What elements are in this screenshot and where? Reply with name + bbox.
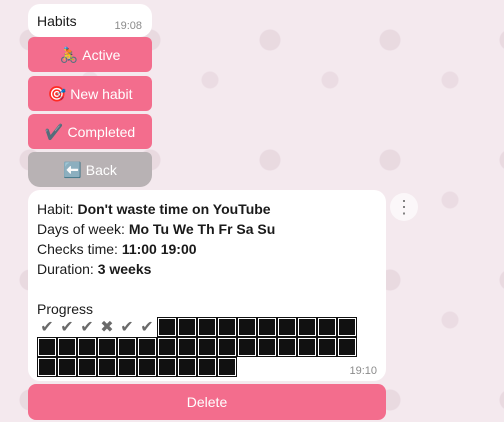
check-mark-icon: ✔ [80,319,94,336]
empty-square-icon [277,337,297,357]
progress-label: Progress [37,301,94,317]
days-label: Days of week: [37,221,129,237]
progress-row: ✔ ✔ ✔ ✖ ✔ ✔ [37,317,357,337]
habit-details: Habit: Don't waste time on YouTube Days … [37,199,275,319]
empty-square-icon [197,357,217,377]
check-mark-icon: ✔ [140,319,154,336]
empty-square-icon [217,357,237,377]
empty-square-icon [257,317,277,337]
habit-name: Don't waste time on YouTube [77,201,271,217]
empty-square-icon [317,317,337,337]
more-options-icon[interactable]: ⋮ [390,193,418,221]
habit-label: Habit: [37,201,78,217]
active-button[interactable]: 🚴 Active [28,37,152,72]
checks-line: Checks time: 11:00 19:00 [37,239,275,259]
duration-line: Duration: 3 weeks [37,259,275,279]
empty-square-icon [117,337,137,357]
empty-square-icon [237,317,257,337]
checks-label: Checks time: [37,241,122,257]
empty-square-icon [337,317,357,337]
back-arrow-icon: ⬅️ [63,161,82,179]
empty-square-icon [57,357,77,377]
empty-square-icon [37,337,57,357]
habit-line: Habit: Don't waste time on YouTube [37,199,275,219]
empty-square-icon [237,337,257,357]
back-button-label: Back [85,161,117,178]
new-habit-button[interactable]: 🎯 New habit [28,76,152,111]
check-icon: ✔️ [44,123,64,141]
empty-square-icon [57,337,77,357]
empty-square-icon [177,357,197,377]
check-mark-icon: ✔ [60,319,74,336]
new-habit-button-label: New habit [70,85,133,102]
empty-square-icon [177,317,197,337]
empty-square-icon [197,337,217,357]
completed-button-label: Completed [67,123,136,140]
empty-square-icon [157,317,177,337]
empty-square-icon [217,337,237,357]
empty-square-icon [117,357,137,377]
active-button-label: Active [82,46,121,63]
back-button[interactable]: ⬅️ Back [28,152,152,187]
bicycle-icon: 🚴 [59,46,79,64]
progress-row [37,357,357,377]
days-value: Mo Tu We Th Fr Sa Su [128,221,276,237]
empty-square-icon [277,317,297,337]
duration-label: Duration: [37,261,98,277]
completed-button[interactable]: ✔️ Completed [28,114,152,149]
delete-button-label: Delete [186,394,228,410]
progress-grid: ✔ ✔ ✔ ✖ ✔ ✔ [37,317,357,377]
empty-square-icon [317,337,337,357]
message-time: 19:08 [114,20,142,32]
checks-value: 11:00 19:00 [121,241,197,257]
empty-square-icon [157,337,177,357]
empty-square-icon [157,357,177,377]
empty-square-icon [97,357,117,377]
progress-row [37,337,357,357]
empty-square-icon [197,317,217,337]
cross-mark-icon: ✖ [100,319,114,336]
empty-square-icon [37,357,57,377]
empty-square-icon [77,357,97,377]
delete-button[interactable]: Delete [28,384,386,420]
empty-square-icon [137,337,157,357]
empty-square-icon [177,337,197,357]
check-mark-icon: ✔ [120,319,134,336]
empty-square-icon [137,357,157,377]
empty-square-icon [77,337,97,357]
empty-square-icon [297,337,317,357]
message-title: Habits [37,13,77,29]
habits-message: Habits 19:08 [28,4,152,37]
empty-square-icon [257,337,277,357]
duration-value: 3 weeks [97,261,152,277]
check-mark-icon: ✔ [40,319,54,336]
empty-square-icon [97,337,117,357]
empty-square-icon [337,337,357,357]
days-line: Days of week: Mo Tu We Th Fr Sa Su [37,219,275,239]
target-icon: 🎯 [47,85,67,103]
empty-square-icon [297,317,317,337]
empty-square-icon [217,317,237,337]
